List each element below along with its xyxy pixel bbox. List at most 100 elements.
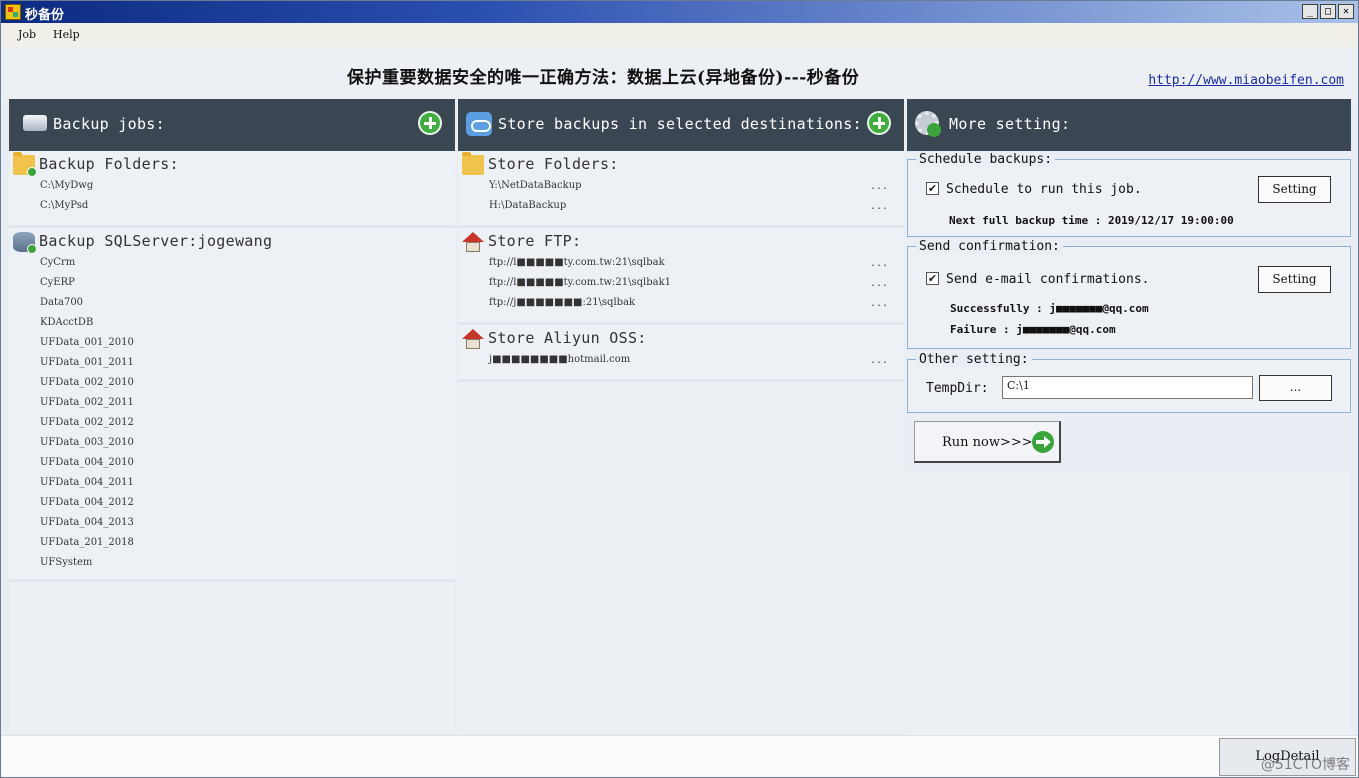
email-confirm-checkbox[interactable]: ✔ — [926, 272, 939, 285]
website-link[interactable]: http://www.miaobeifen.com — [1148, 73, 1344, 88]
more-options-button[interactable]: ... — [870, 181, 888, 192]
settings-header: More setting: — [907, 99, 1351, 151]
close-button[interactable]: ✕ — [1338, 4, 1354, 19]
house-icon — [462, 329, 484, 349]
list-item[interactable]: UFData_001_2010 — [40, 336, 134, 356]
list-item[interactable]: UFData_004_2011 — [40, 476, 134, 496]
confirmation-group: Send confirmation: ✔ Send e-mail confirm… — [907, 239, 1351, 349]
tempdir-browse-button[interactable]: ... — [1259, 375, 1332, 401]
settings-empty-area — [907, 471, 1351, 735]
menu-job[interactable]: Job — [18, 28, 36, 41]
maximize-button[interactable]: □ — [1320, 4, 1336, 19]
confirmation-group-title: Send confirmation: — [916, 239, 1063, 254]
store-ftp-section: Store FTP: ftp://l■■■■■ty.com.tw:21\sqlb… — [458, 228, 904, 325]
list-item[interactable]: C:\MyDwg — [40, 179, 93, 199]
list-item[interactable]: H:\DataBackup — [489, 199, 582, 219]
success-email: Successfully : j■■■■■■■@qq.com — [950, 302, 1149, 315]
destinations-empty-area — [458, 382, 904, 733]
more-options-button[interactable]: ... — [870, 258, 888, 269]
settings-column: More setting: — [907, 99, 1351, 151]
list-item[interactable]: KDAcctDB — [40, 316, 134, 336]
email-confirm-checkbox-label[interactable]: Send e-mail confirmations. — [946, 272, 1150, 287]
other-setting-group: Other setting: TempDir: C:\1 ... — [907, 352, 1351, 413]
store-oss-title[interactable]: Store Aliyun OSS: — [488, 329, 647, 347]
failure-email: Failure : j■■■■■■■@qq.com — [950, 323, 1116, 336]
list-item[interactable]: ftp://l■■■■■ty.com.tw:21\sqlbak1 — [489, 276, 671, 296]
store-ftp-list: ftp://l■■■■■ty.com.tw:21\sqlbak ftp://l■… — [489, 256, 671, 316]
list-item[interactable]: UFData_002_2010 — [40, 376, 134, 396]
backup-sqlserver-section: Backup SQLServer:jogewang CyCrm CyERP Da… — [9, 228, 455, 582]
footer: LogDetail @51CTO博客 — [1, 735, 1358, 777]
next-backup-time: Next full backup time : 2019/12/17 19:00… — [949, 214, 1234, 227]
sqlserver-db-list: CyCrm CyERP Data700 KDAcctDB UFData_001_… — [40, 256, 134, 576]
add-destination-button[interactable] — [867, 111, 891, 135]
slogan: 保护重要数据安全的唯一正确方法：数据上云(异地备份)---秒备份 — [347, 68, 860, 88]
list-item[interactable]: UFData_004_2010 — [40, 456, 134, 476]
list-item[interactable]: UFData_002_2012 — [40, 416, 134, 436]
destinations-header: Store backups in selected destinations: — [458, 99, 904, 151]
list-item[interactable]: ftp://j■■■■■■■:21\sqlbak — [489, 296, 671, 316]
backup-folders-list: C:\MyDwg C:\MyPsd — [40, 179, 93, 219]
list-item[interactable]: j■■■■■■■■hotmail.com — [489, 353, 630, 373]
list-item[interactable]: C:\MyPsd — [40, 199, 93, 219]
run-now-button[interactable]: Run now>>>> — [914, 421, 1061, 463]
add-backup-job-button[interactable] — [418, 111, 442, 135]
menu-bar: Job Help — [1, 23, 1358, 47]
more-options-button[interactable]: ... — [870, 355, 888, 366]
green-arrow-icon — [27, 244, 37, 254]
backup-folders-section: Backup Folders: C:\MyDwg C:\MyPsd — [9, 151, 455, 228]
check-icon — [927, 123, 941, 137]
schedule-checkbox-label[interactable]: Schedule to run this job. — [946, 182, 1142, 197]
list-item[interactable]: UFData_003_2010 — [40, 436, 134, 456]
watermark: @51CTO博客 — [1260, 757, 1350, 773]
cloud-icon — [466, 112, 492, 136]
backup-folders-title[interactable]: Backup Folders: — [39, 155, 179, 173]
tempdir-input[interactable]: C:\1 — [1002, 376, 1253, 399]
list-item[interactable]: UFSystem — [40, 556, 134, 576]
store-ftp-title[interactable]: Store FTP: — [488, 232, 581, 250]
app-icon — [5, 4, 21, 20]
list-item[interactable]: UFData_004_2012 — [40, 496, 134, 516]
list-item[interactable]: UFData_201_2018 — [40, 536, 134, 556]
schedule-group-title: Schedule backups: — [916, 152, 1056, 167]
window-title: 秒备份 — [25, 8, 65, 23]
list-item[interactable]: CyERP — [40, 276, 134, 296]
list-item[interactable]: UFData_001_2011 — [40, 356, 134, 376]
folder-icon — [462, 152, 484, 175]
list-item[interactable]: Y:\NetDataBackup — [489, 179, 582, 199]
destinations-column: Store backups in selected destinations: … — [458, 99, 904, 733]
list-item[interactable]: UFData_004_2013 — [40, 516, 134, 536]
header: 保护重要数据安全的唯一正确方法：数据上云(异地备份)---秒备份 http://… — [1, 47, 1358, 99]
schedule-setting-button[interactable]: Setting — [1258, 176, 1331, 203]
store-oss-list: j■■■■■■■■hotmail.com — [489, 353, 630, 373]
list-item[interactable]: CyCrm — [40, 256, 134, 276]
menu-help[interactable]: Help — [53, 28, 80, 41]
hard-disk-icon — [23, 115, 47, 131]
folder-icon — [13, 152, 37, 177]
confirmation-setting-button[interactable]: Setting — [1258, 266, 1331, 293]
arrow-right-icon — [1032, 431, 1054, 453]
backup-jobs-column: Backup jobs: Backup Folders: C:\MyDwg C:… — [9, 99, 455, 733]
store-folders-list: Y:\NetDataBackup H:\DataBackup — [489, 179, 582, 219]
list-item[interactable]: ftp://l■■■■■ty.com.tw:21\sqlbak — [489, 256, 671, 276]
more-options-button[interactable]: ... — [870, 298, 888, 309]
backup-jobs-header: Backup jobs: — [9, 99, 455, 151]
minimize-button[interactable]: _ — [1302, 4, 1318, 19]
store-folders-title[interactable]: Store Folders: — [488, 155, 619, 173]
house-icon — [462, 232, 484, 252]
backup-sqlserver-title[interactable]: Backup SQLServer:jogewang — [39, 232, 272, 250]
schedule-group: Schedule backups: ✔ Schedule to run this… — [907, 152, 1351, 237]
app-window: 秒备份 _ □ ✕ Job Help 保护重要数据安全的唯一正确方法：数据上云(… — [0, 0, 1359, 778]
backup-jobs-title: Backup jobs: — [53, 115, 165, 133]
other-setting-group-title: Other setting: — [916, 352, 1032, 367]
schedule-checkbox[interactable]: ✔ — [926, 182, 939, 195]
more-options-button[interactable]: ... — [870, 278, 888, 289]
list-item[interactable]: UFData_002_2011 — [40, 396, 134, 416]
store-folders-section: Store Folders: Y:\NetDataBackup H:\DataB… — [458, 151, 904, 228]
list-item[interactable]: Data700 — [40, 296, 134, 316]
tempdir-label: TempDir: — [926, 381, 989, 396]
more-options-button[interactable]: ... — [870, 201, 888, 212]
settings-title: More setting: — [949, 115, 1071, 133]
title-bar[interactable]: 秒备份 _ □ ✕ — [1, 1, 1358, 23]
backup-jobs-empty-area — [9, 582, 455, 733]
